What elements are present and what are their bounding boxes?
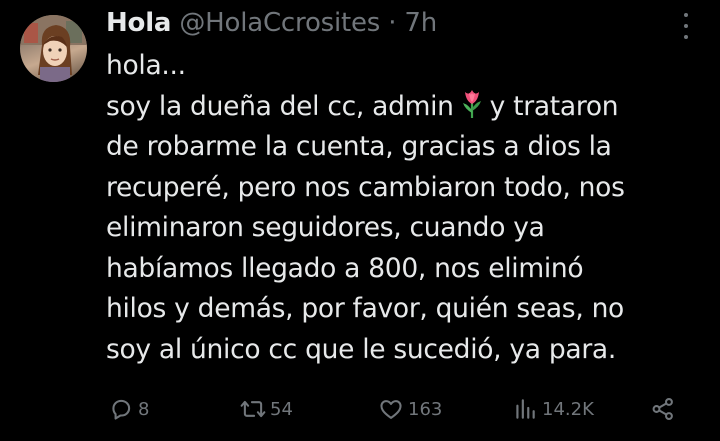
views-button[interactable]: 14.2K [512, 396, 594, 422]
share-button[interactable] [650, 396, 676, 422]
repost-count: 54 [270, 398, 293, 420]
views-icon [516, 399, 535, 419]
tweet-line: soy la dueña del cc, admin y trataron [106, 87, 706, 128]
heart-icon [380, 400, 402, 419]
separator-dot: · [388, 8, 397, 38]
display-name[interactable]: Hola [106, 8, 171, 38]
tweet-line: soy al único cc que le sucedió, ya para. [106, 333, 616, 365]
tweet-line: recuperé, pero nos cambiaron todo, nos [106, 171, 625, 203]
tweet-header: Hola @HolaCcrosites · 7h [106, 6, 437, 40]
reply-button[interactable]: 8 [108, 396, 149, 422]
repost-button[interactable]: 54 [240, 396, 293, 422]
reply-icon [112, 399, 131, 420]
tweet-line: de robarme la cuenta, gracias a dios la [106, 131, 612, 162]
repost-icon [240, 400, 266, 418]
tulip-emoji-icon [462, 89, 481, 118]
more-options-icon[interactable] [679, 13, 693, 39]
like-button[interactable]: 163 [378, 396, 442, 422]
views-count: 14.2K [542, 398, 594, 420]
tweet-text: hola... soy la dueña del cc, admin y tra… [106, 46, 706, 370]
reply-count: 8 [138, 398, 150, 420]
action-bar: 8 54 163 14.2K [0, 388, 720, 432]
like-count: 163 [408, 398, 443, 420]
tweet-line: hola... [106, 50, 186, 81]
tweet-line-part: soy la dueña del cc, admin [106, 90, 454, 122]
timestamp[interactable]: 7h [404, 8, 437, 38]
tweet-line: eliminaron seguidores, cuando ya [106, 212, 545, 243]
tweet-line: hilos y demás, por favor, quién seas, no [106, 293, 624, 324]
tweet-line: habíamos llegado a 800, nos eliminó [106, 252, 584, 284]
user-handle[interactable]: @HolaCcrosites [179, 8, 380, 38]
tweet-line-part: y trataron [489, 90, 619, 122]
avatar[interactable] [20, 15, 87, 82]
avatar-image [20, 15, 87, 82]
share-icon [652, 398, 673, 420]
